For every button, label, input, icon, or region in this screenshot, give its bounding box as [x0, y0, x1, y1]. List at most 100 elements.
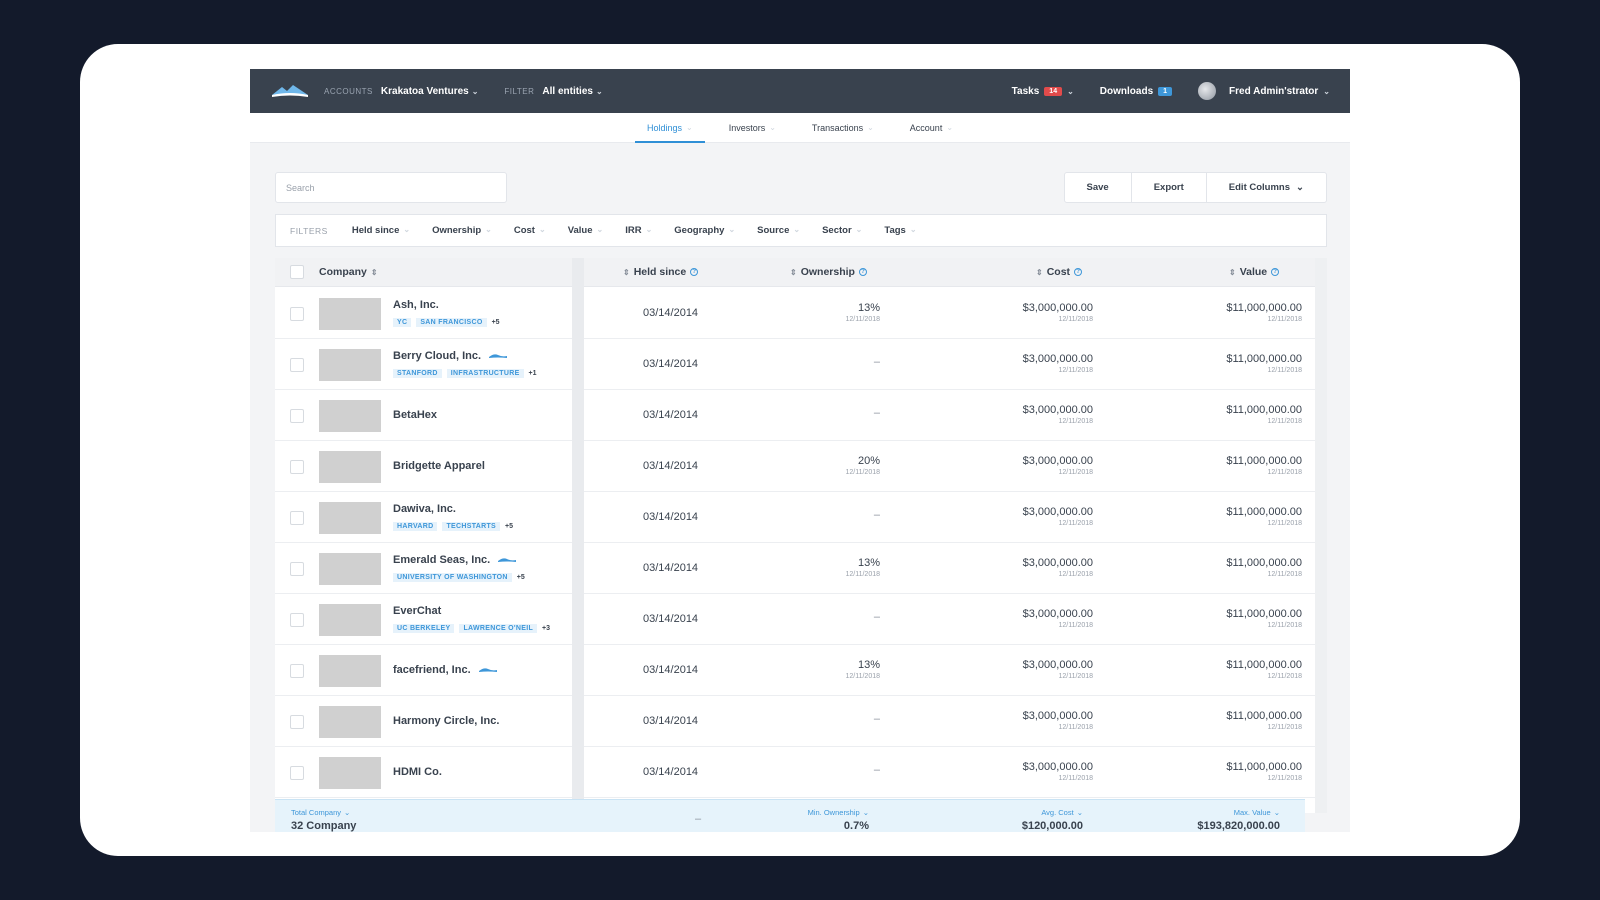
company-name[interactable]: facefriend, Inc. — [393, 664, 497, 676]
row-checkbox[interactable] — [290, 715, 304, 729]
vertical-scrollbar[interactable] — [1315, 258, 1327, 813]
row-checkbox[interactable] — [290, 766, 304, 780]
row-checkbox[interactable] — [290, 664, 304, 678]
search-input[interactable] — [275, 172, 507, 203]
tag-badge[interactable]: SAN FRANCISCO — [416, 318, 487, 327]
account-switcher[interactable]: Krakatoa Ventures ⌄ — [381, 86, 479, 97]
column-header-company[interactable]: Company ⇕ — [319, 266, 378, 278]
filter-value[interactable]: Value ⌄ — [568, 225, 604, 236]
more-tags-count[interactable]: +5 — [505, 523, 513, 530]
company-name[interactable]: Bridgette Apparel — [393, 460, 485, 472]
company-name[interactable]: Berry Cloud, Inc. — [393, 350, 508, 362]
max-value-value: $193,820,000.00 — [1197, 820, 1280, 832]
row-checkbox[interactable] — [290, 307, 304, 321]
filter-source[interactable]: Source ⌄ — [757, 225, 800, 236]
export-button[interactable]: Export — [1132, 173, 1207, 202]
more-tags-count[interactable]: +5 — [492, 319, 500, 326]
cost-date: 12/11/2018 — [1058, 469, 1093, 476]
cost-date: 12/11/2018 — [1058, 724, 1093, 731]
filter-tags[interactable]: Tags ⌄ — [884, 225, 916, 236]
table-row[interactable]: Emerald Seas, Inc. UNIVERSITY OF WASHINGT… — [275, 543, 1315, 594]
tab-transactions[interactable]: Transactions ⌄ — [800, 113, 886, 143]
user-menu[interactable]: Fred Admin'strator ⌄ — [1198, 82, 1330, 100]
tab-label: Account — [909, 123, 943, 133]
row-checkbox[interactable] — [290, 409, 304, 423]
tag-badge[interactable]: UC BERKELEY — [393, 624, 455, 633]
filter-geography[interactable]: Geography ⌄ — [674, 225, 735, 236]
entity-filter-dropdown[interactable]: All entities ⌄ — [542, 86, 602, 97]
tab-investors[interactable]: Investors ⌄ — [717, 113, 788, 143]
save-button[interactable]: Save — [1065, 173, 1132, 202]
tag-badge[interactable]: STANFORD — [393, 369, 442, 378]
tag-badge[interactable]: YC — [393, 318, 412, 327]
table-row[interactable]: Harmony Circle, Inc. 03/14/2014 – $3,000,00… — [275, 696, 1315, 747]
holding-value: $11,000,000.00 — [1226, 506, 1302, 518]
filter-label: Geography — [674, 225, 725, 236]
chevron-down-icon: ⌄ — [685, 123, 693, 132]
company-logo-placeholder — [319, 451, 381, 483]
row-checkbox[interactable] — [290, 511, 304, 525]
company-name[interactable]: HDMI Co. — [393, 766, 442, 778]
column-header-cost[interactable]: ⇕ Cost ? — [1036, 266, 1083, 278]
select-all-checkbox[interactable] — [290, 265, 304, 279]
company-name[interactable]: EverChat — [393, 605, 441, 617]
table-row[interactable]: facefriend, Inc. 03/14/2014 13% 12/11/2018 $… — [275, 645, 1315, 696]
cost-value: $3,000,000.00 — [1022, 506, 1093, 518]
total-company-aggregate[interactable]: Total Company ⌄ — [291, 808, 350, 817]
table-row[interactable]: Ash, Inc. YC SAN FRANCISCO +5 03/14/2014 13% 1… — [275, 288, 1315, 339]
held-since-cell: 03/14/2014 — [643, 409, 699, 421]
avg-cost-aggregate[interactable]: Avg. Cost ⌄ — [1041, 808, 1083, 817]
tasks-menu[interactable]: Tasks 14 ⌄ — [1012, 86, 1074, 97]
filter-sector[interactable]: Sector ⌄ — [822, 225, 862, 236]
more-tags-count[interactable]: +5 — [517, 574, 525, 581]
tag-badge[interactable]: INFRASTRUCTURE — [446, 369, 524, 378]
ownership-cell: – — [874, 713, 880, 725]
column-header-held-since[interactable]: ⇕ Held since ? — [623, 266, 699, 278]
holding-value: $11,000,000.00 — [1226, 659, 1302, 671]
table-row[interactable]: HDMI Co. 03/14/2014 – $3,000,000.00 12/11/20… — [275, 747, 1315, 798]
table-row[interactable]: Dawiva, Inc. HARVARD TECHSTARTS +5 03/14/201… — [275, 492, 1315, 543]
column-label: Company — [319, 266, 367, 278]
more-tags-count[interactable]: +3 — [542, 625, 550, 632]
max-value-aggregate[interactable]: Max. Value ⌄ — [1234, 808, 1280, 817]
held-since-cell: 03/14/2014 — [643, 664, 699, 676]
company-name[interactable]: BetaHex — [393, 409, 437, 421]
row-checkbox[interactable] — [290, 460, 304, 474]
tag-badge[interactable]: TECHSTARTS — [442, 522, 501, 531]
more-tags-count[interactable]: +1 — [529, 370, 537, 377]
holding-value: $11,000,000.00 — [1226, 608, 1302, 620]
tab-holdings[interactable]: Holdings ⌄ — [634, 113, 705, 143]
tag-badge[interactable]: UNIVERSITY OF WASHINGTON — [393, 573, 512, 582]
edit-columns-button[interactable]: Edit Columns ⌄ — [1207, 173, 1326, 202]
company-name[interactable]: Dawiva, Inc. — [393, 503, 456, 515]
downloads-menu[interactable]: Downloads 1 — [1100, 86, 1173, 97]
tag-badge[interactable]: LAWRENCE O'NEIL — [459, 624, 538, 633]
ownership-value: – — [873, 407, 880, 419]
min-ownership-aggregate[interactable]: Min. Ownership ⌄ — [808, 808, 869, 817]
tab-account[interactable]: Account ⌄ — [898, 113, 965, 143]
filter-irr[interactable]: IRR ⌄ — [625, 225, 652, 236]
filter-cost[interactable]: Cost ⌄ — [514, 225, 546, 236]
row-checkbox[interactable] — [290, 613, 304, 627]
table-row[interactable]: Berry Cloud, Inc. STANFORD INFRASTRUCTURE +… — [275, 339, 1315, 390]
value-date: 12/11/2018 — [1267, 775, 1302, 782]
avatar — [1198, 82, 1217, 100]
tag-badge[interactable]: HARVARD — [393, 522, 438, 531]
table-row[interactable]: EverChat UC BERKELEY LAWRENCE O'NEIL +3 03/1… — [275, 594, 1315, 645]
table-row[interactable]: BetaHex 03/14/2014 – $3,000,000.00 12/11/201… — [275, 390, 1315, 441]
row-checkbox[interactable] — [290, 358, 304, 372]
cost-cell: $3,000,000.00 12/11/2018 — [1023, 353, 1093, 374]
table-row[interactable]: Bridgette Apparel 03/14/2014 20% 12/11/2018… — [275, 441, 1315, 492]
filter-ownership[interactable]: Ownership ⌄ — [432, 225, 492, 236]
column-header-value[interactable]: ⇕ Value ? — [1229, 266, 1280, 278]
company-name[interactable]: Emerald Seas, Inc. — [393, 554, 517, 566]
column-header-ownership[interactable]: ⇕ Ownership ? — [790, 266, 867, 278]
value-date: 12/11/2018 — [1267, 418, 1302, 425]
filter-held-since[interactable]: Held since ⌄ — [352, 225, 410, 236]
company-name[interactable]: Ash, Inc. — [393, 299, 439, 311]
row-checkbox[interactable] — [290, 562, 304, 576]
filter-label: Tags — [884, 225, 906, 236]
cost-value: $3,000,000.00 — [1022, 404, 1093, 416]
company-name[interactable]: Harmony Circle, Inc. — [393, 715, 499, 727]
tasks-count-badge: 14 — [1044, 86, 1063, 96]
